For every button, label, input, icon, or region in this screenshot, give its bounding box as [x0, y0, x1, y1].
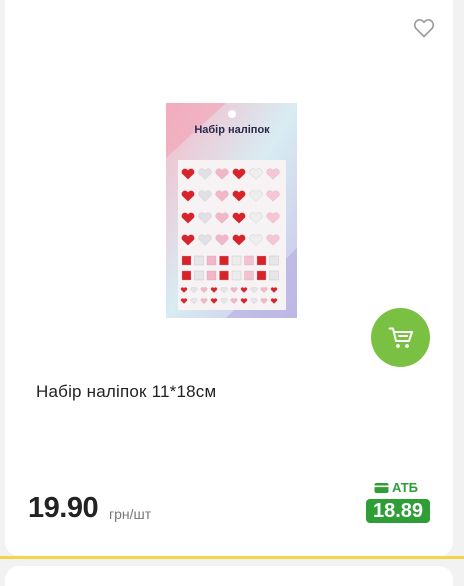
heart-outline-icon	[413, 19, 435, 38]
promo-price: 18.89	[366, 499, 430, 523]
add-to-cart-button[interactable]	[371, 308, 430, 367]
cart-icon	[388, 327, 413, 348]
wallet-icon	[374, 482, 389, 493]
product-title[interactable]: Набір наліпок 11*18см	[36, 382, 216, 402]
price-unit: грн/шт	[109, 506, 152, 522]
regular-price: 19.90	[28, 492, 99, 524]
favorite-button[interactable]	[412, 16, 436, 40]
product-card[interactable]: Набір наліпок Набір наліпок 11*18см 19.9…	[5, 0, 453, 556]
promo-brand: АТБ	[374, 480, 418, 495]
card-divider	[0, 556, 464, 559]
image-label: Набір наліпок	[194, 124, 270, 136]
product-image[interactable]: Набір наліпок	[166, 98, 297, 318]
next-product-card[interactable]	[5, 566, 453, 586]
promo-brand-label: АТБ	[392, 480, 419, 495]
